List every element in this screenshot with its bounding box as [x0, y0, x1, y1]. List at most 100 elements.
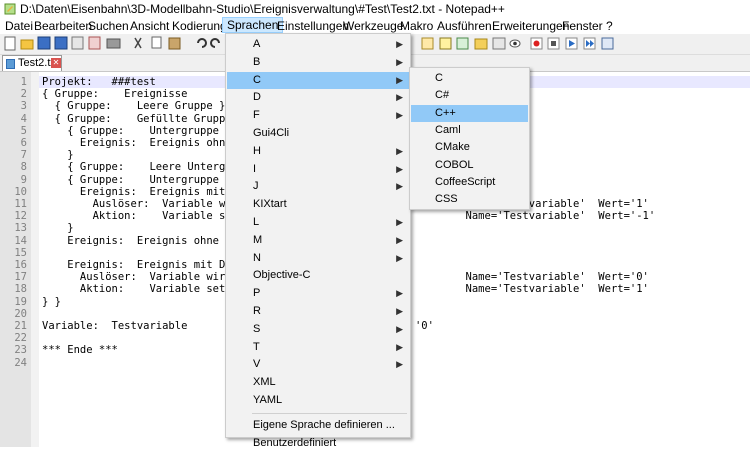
menu-item-label: R — [253, 305, 261, 317]
submenu-arrow-icon: ▶ — [396, 39, 403, 49]
c-language-item-caml[interactable]: Caml — [411, 122, 528, 139]
menu-item-label: A — [253, 38, 261, 50]
language-item-v[interactable]: V ▶ — [227, 356, 409, 373]
run-macro-multiple-icon — [583, 37, 596, 50]
submenu-arrow-icon: ▶ — [396, 163, 403, 174]
c-language-item-cpp[interactable]: C++ — [411, 104, 528, 122]
document-icon — [6, 59, 15, 69]
language-item-yaml[interactable]: YAML — [227, 392, 409, 409]
menu-item-label: Gui4Cli — [253, 127, 290, 139]
menu-item-label: M — [253, 233, 263, 246]
menu-item-label: V — [253, 358, 261, 371]
language-item-d[interactable]: D ▶ — [227, 89, 409, 106]
language-item-j[interactable]: J ▶ — [227, 178, 409, 195]
language-item-p[interactable]: P ▶ — [227, 285, 409, 302]
menu-item-label: T — [253, 340, 260, 353]
eye-icon — [509, 39, 521, 48]
menu-item-label: S — [253, 322, 261, 335]
submenu-arrow-icon: ▶ — [396, 323, 403, 334]
submenu-arrow-icon: ▶ — [396, 181, 403, 192]
menu-bar: Datei Bearbeiten Suchen Ansicht Kodierung Spr… — [0, 17, 750, 34]
wrap-icon — [421, 37, 434, 50]
title-bar: D:\Daten\Eisenbahn\3D-Modellbahn-Studio\… — [0, 0, 750, 18]
redo-icon — [210, 38, 220, 48]
language-item-m[interactable]: M ▶ — [227, 232, 409, 249]
play-macro-icon — [565, 37, 578, 50]
save-icon — [37, 36, 51, 50]
doc-map-icon — [456, 37, 469, 50]
tab-test2[interactable]: Test2.txt ✕ — [2, 55, 62, 71]
menu-makro[interactable]: Makro — [396, 18, 437, 34]
menu-ansicht[interactable]: Ansicht — [126, 18, 173, 34]
c-submenu: C C# C++ Caml CMake COBOL CoffeeScript CSS — [409, 67, 530, 210]
c-language-item-cobol[interactable]: COBOL — [411, 157, 528, 174]
submenu-arrow-icon: ▶ — [396, 74, 403, 85]
indent-guide-icon — [439, 37, 452, 50]
submenu-arrow-icon: ▶ — [396, 145, 403, 156]
new-file-icon — [4, 36, 16, 51]
paste-icon — [168, 37, 181, 50]
save-macro-icon — [601, 37, 614, 50]
monitor-icon — [492, 37, 506, 50]
menu-item-label: Objective-C — [253, 269, 311, 282]
language-item-i[interactable]: I ▶ — [227, 161, 409, 178]
language-item-xml[interactable]: XML — [227, 374, 409, 391]
close-icon — [71, 36, 84, 50]
language-item-kixtart[interactable]: KIXtart — [227, 196, 409, 213]
language-item-a[interactable]: A ▶ — [227, 36, 409, 53]
menu-item-label: N — [253, 251, 261, 264]
menu-separator — [252, 412, 407, 414]
define-language-item[interactable]: Eigene Sprache definieren ... — [227, 417, 409, 434]
submenu-arrow-icon: ▶ — [396, 359, 403, 370]
cut-icon — [134, 37, 142, 49]
c-language-item-csharp[interactable]: C# — [411, 87, 528, 104]
language-item-objective-c[interactable]: Objective-C — [227, 267, 409, 284]
language-item-gui4cli[interactable]: Gui4Cli — [227, 125, 409, 142]
language-item-n[interactable]: N ▶ — [227, 250, 409, 267]
menu-item-label: F — [253, 109, 260, 122]
submenu-arrow-icon: ▶ — [396, 217, 403, 227]
menu-item-label: XML — [253, 376, 276, 389]
c-language-item-c[interactable]: C — [411, 70, 528, 87]
tab-close-icon[interactable]: ✕ — [51, 58, 61, 68]
line-numbers: 1 2 3 4 5 6 7 8 9 10 11 12 13 14 15 16 1… — [14, 76, 27, 369]
menu-fenster[interactable]: Fenster — [558, 18, 607, 34]
stop-macro-icon — [547, 37, 560, 50]
c-language-item-css[interactable]: CSS — [411, 191, 528, 208]
language-item-t[interactable]: T ▶ — [227, 339, 409, 356]
submenu-arrow-icon: ▶ — [396, 56, 403, 67]
close-all-icon — [88, 36, 101, 50]
open-file-icon — [20, 39, 34, 50]
language-item-b[interactable]: B ▶ — [227, 54, 409, 71]
menu-ausf-hren[interactable]: Ausführen — [433, 18, 496, 34]
language-item-r[interactable]: R ▶ — [227, 303, 409, 320]
language-item-l[interactable]: L ▶ — [227, 214, 409, 231]
menu-item-label: D — [253, 91, 261, 104]
menu-item-label: J — [253, 180, 259, 193]
menu-item-label: B — [253, 55, 261, 68]
submenu-arrow-icon: ▶ — [396, 110, 403, 121]
submenu-arrow-icon: ▶ — [396, 288, 403, 299]
menu-item-label: H — [253, 144, 261, 157]
submenu-arrow-icon: ▶ — [396, 341, 403, 352]
language-item-h[interactable]: H ▶ — [227, 143, 409, 160]
sprachen-dropdown: A ▶ B ▶ C ▶ D ▶ F ▶ Gui4Cli H ▶ I ▶ J ▶ KIXtart L ▶ M ▶ N ▶ Obje… — [225, 33, 411, 449]
c-language-item-cmake[interactable]: CMake — [411, 139, 528, 156]
language-item-c[interactable]: C ▶ — [227, 71, 409, 89]
menu-item-label: L — [253, 216, 260, 228]
user-defined-item[interactable]: Benutzerdefiniert — [227, 435, 409, 452]
copy-icon — [151, 36, 162, 49]
submenu-arrow-icon: ▶ — [396, 306, 403, 316]
print-icon — [106, 38, 121, 49]
language-item-f[interactable]: F ▶ — [227, 107, 409, 124]
menu-item-label: P — [253, 287, 261, 300]
menu-help[interactable]: ? — [602, 18, 617, 34]
record-macro-icon — [530, 37, 543, 50]
save-all-icon — [54, 36, 68, 50]
undo-icon — [197, 38, 207, 48]
folder-icon — [474, 38, 488, 50]
notepadpp-icon — [4, 3, 16, 15]
c-language-item-coffeescript[interactable]: CoffeeScript — [411, 174, 528, 191]
language-item-s[interactable]: S ▶ — [227, 321, 409, 338]
fold-margin[interactable] — [31, 72, 39, 447]
